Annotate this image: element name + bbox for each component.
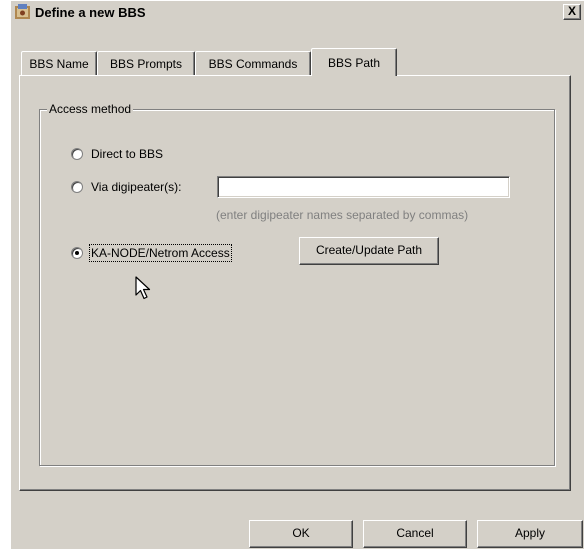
radio-button[interactable] bbox=[71, 148, 83, 160]
dialog-window: Define a new BBS X BBS Name BBS Prompts … bbox=[10, 0, 584, 549]
ok-button[interactable]: OK bbox=[249, 520, 353, 548]
tab-bbs-name[interactable]: BBS Name bbox=[21, 51, 97, 75]
radio-direct-to-bbs[interactable]: Direct to BBS bbox=[71, 146, 163, 162]
radio-via-digipeater[interactable]: Via digipeater(s): bbox=[71, 179, 182, 195]
digipeater-input[interactable] bbox=[217, 176, 510, 198]
app-icon bbox=[15, 4, 31, 20]
digipeater-hint: (enter digipeater names separated by com… bbox=[216, 208, 469, 222]
radio-ka-node-netrom[interactable]: KA-NODE/Netrom Access bbox=[71, 244, 232, 262]
access-method-group bbox=[39, 109, 555, 466]
tab-bbs-prompts[interactable]: BBS Prompts bbox=[97, 51, 195, 75]
radio-label-ka-node: KA-NODE/Netrom Access bbox=[89, 244, 232, 262]
mouse-pointer-icon bbox=[135, 276, 153, 302]
close-button[interactable]: X bbox=[563, 4, 581, 20]
title-bar[interactable]: Define a new BBS X bbox=[11, 1, 584, 23]
tab-bbs-path[interactable]: BBS Path bbox=[311, 48, 397, 76]
radio-label-direct: Direct to BBS bbox=[91, 147, 164, 161]
apply-button[interactable]: Apply bbox=[477, 520, 583, 548]
cancel-button[interactable]: Cancel bbox=[363, 520, 467, 548]
radio-button[interactable] bbox=[71, 181, 83, 193]
radio-label-digipeater: Via digipeater(s): bbox=[91, 180, 182, 194]
create-update-path-button[interactable]: Create/Update Path bbox=[299, 237, 439, 265]
radio-button-selected[interactable] bbox=[71, 247, 83, 259]
access-method-label: Access method bbox=[47, 102, 134, 116]
close-icon: X bbox=[567, 4, 576, 18]
tab-bbs-commands[interactable]: BBS Commands bbox=[195, 51, 311, 75]
window-title: Define a new BBS bbox=[35, 5, 146, 20]
